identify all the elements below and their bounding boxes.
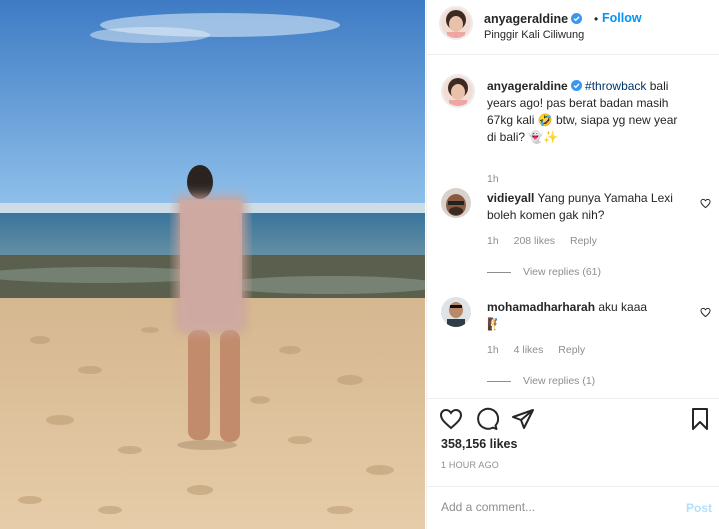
comment-icon[interactable]: [475, 407, 499, 431]
follow-button[interactable]: Follow: [602, 11, 642, 25]
view-replies-label: View replies (1): [523, 375, 596, 387]
commenter-avatar[interactable]: [441, 297, 471, 327]
caption-text: anyageraldine #throwback bali years ago!…: [487, 78, 687, 146]
add-comment-bar: Post: [427, 486, 719, 529]
reply-button[interactable]: Reply: [558, 344, 585, 356]
reply-button[interactable]: Reply: [570, 235, 597, 247]
caption-username[interactable]: anyageraldine: [487, 79, 568, 93]
caption-meta: 1h: [487, 173, 511, 185]
divider: [487, 271, 511, 273]
author-username[interactable]: anyageraldine: [484, 12, 583, 26]
commenter-username[interactable]: mohamadharharah: [487, 300, 595, 314]
commenter-avatar[interactable]: [441, 188, 471, 218]
view-replies-label: View replies (61): [523, 266, 602, 278]
comments-section[interactable]: anyageraldine #throwback bali years ago!…: [427, 56, 719, 397]
comment-like-icon[interactable]: [700, 307, 711, 318]
share-icon[interactable]: [511, 407, 535, 431]
comment-likes[interactable]: 208 likes: [514, 235, 555, 247]
caption-time[interactable]: 1h: [487, 173, 499, 185]
caption-avatar[interactable]: [441, 74, 475, 108]
view-replies-button[interactable]: View replies (61): [487, 266, 601, 278]
comment-meta: 1h 208 likes Reply: [487, 235, 609, 247]
post-sidebar: anyageraldine • Follow Pinggir Kali Cili…: [426, 0, 719, 529]
heart-icon[interactable]: [439, 407, 463, 431]
comment-input[interactable]: [441, 500, 671, 514]
view-replies-button[interactable]: View replies (1): [487, 375, 595, 387]
post-photo[interactable]: [0, 0, 425, 529]
comment-time[interactable]: 1h: [487, 235, 499, 247]
comment-text: vidieyall Yang punya Yamaha Lexi boleh k…: [487, 190, 687, 224]
comment-text: mohamadharharah aku kaaa 🧗: [487, 299, 687, 333]
verified-icon: [571, 13, 583, 24]
commenter-username[interactable]: vidieyall: [487, 191, 534, 205]
separator-dot: •: [594, 12, 599, 26]
divider: [487, 380, 511, 382]
comment-body: aku kaaa: [598, 300, 648, 314]
comment-meta: 1h 4 likes Reply: [487, 344, 597, 356]
post-location[interactable]: Pinggir Kali Ciliwung: [484, 29, 584, 41]
comment-time[interactable]: 1h: [487, 344, 499, 356]
post-comment-button[interactable]: Post: [686, 501, 712, 515]
verified-icon: [570, 80, 582, 91]
bookmark-icon[interactable]: [688, 407, 712, 431]
comment-like-icon[interactable]: [700, 198, 711, 209]
likes-count[interactable]: 358,156 likes: [441, 437, 517, 451]
action-bar: [427, 398, 719, 438]
comment-likes[interactable]: 4 likes: [514, 344, 544, 356]
author-avatar[interactable]: [439, 6, 473, 40]
post-timestamp[interactable]: 1 HOUR AGO: [441, 460, 499, 470]
hashtag-link[interactable]: #throwback: [585, 79, 646, 93]
post-header: anyageraldine • Follow Pinggir Kali Cili…: [427, 0, 719, 55]
comment-emoji: 🧗: [487, 317, 502, 331]
